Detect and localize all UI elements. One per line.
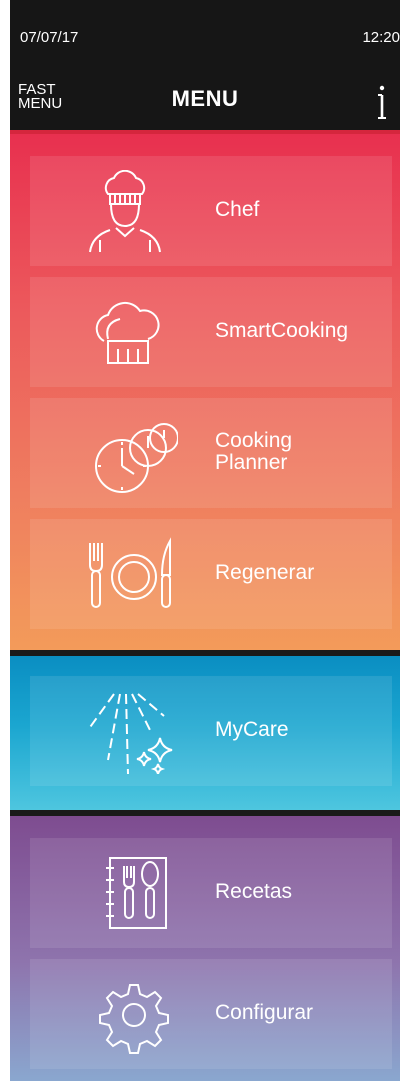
info-icon	[378, 85, 386, 119]
clocks-icon	[95, 423, 178, 493]
menu-label-regenerar: Regenerar	[215, 561, 315, 584]
menu-label-recetas: Recetas	[215, 880, 293, 903]
cooking-section: Chef SmartCooking Cooking Planner Regene…	[10, 130, 400, 650]
menu-tile-regenerar[interactable]: Regenerar	[30, 519, 392, 629]
status-time: 12:20	[362, 29, 400, 46]
menu-tile-smartcooking[interactable]: SmartCooking	[30, 277, 392, 387]
page-title: MENU	[171, 86, 239, 111]
menu-label-smartcooking: SmartCooking	[215, 319, 349, 342]
status-bar: 07/07/17 12:20	[10, 0, 400, 78]
care-section: MyCare	[10, 650, 400, 810]
chef-icon	[89, 170, 161, 253]
menu-tile-configurar[interactable]: Configurar	[30, 959, 392, 1069]
cutlery-plate-icon	[89, 537, 171, 608]
sparkle-spray-icon	[87, 693, 173, 774]
menu-label-cooking-planner: Cooking Planner	[215, 429, 293, 474]
nav-bar: FAST MENU MENU	[10, 78, 400, 130]
menu-tile-mycare[interactable]: MyCare	[30, 676, 392, 786]
status-date: 07/07/17	[20, 29, 79, 46]
gear-icon	[99, 984, 169, 1054]
menu-label-configurar: Configurar	[215, 1001, 314, 1024]
recipe-book-icon	[106, 857, 167, 929]
settings-section: Recetas Configurar	[10, 810, 400, 1081]
chef-hat-icon	[95, 301, 160, 364]
menu-tile-cooking-planner[interactable]: Cooking Planner	[30, 398, 392, 508]
info-button[interactable]	[372, 82, 392, 122]
menu-tile-chef[interactable]: Chef	[30, 156, 392, 266]
menu-tile-recetas[interactable]: Recetas	[30, 838, 392, 948]
menu-label-mycare: MyCare	[215, 718, 289, 741]
menu-label-chef: Chef	[215, 198, 260, 221]
